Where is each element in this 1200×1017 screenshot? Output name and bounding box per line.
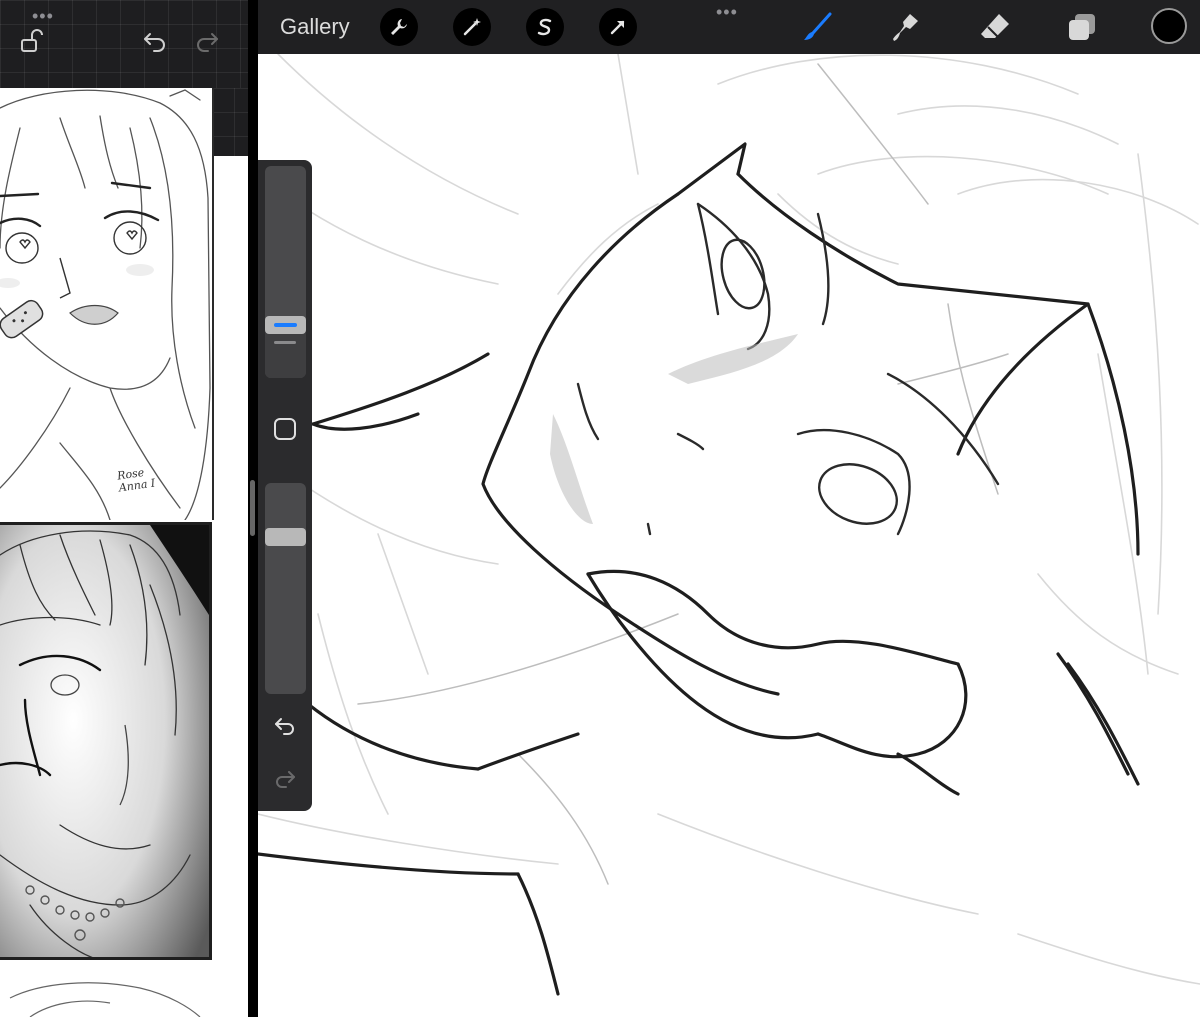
brush-size-indicator — [274, 323, 297, 327]
artwork-2-sketch — [0, 525, 209, 957]
brush-icon[interactable] — [800, 10, 834, 44]
magic-wand-icon[interactable] — [453, 8, 491, 46]
layers-icon[interactable] — [1065, 10, 1099, 44]
brush-opacity-slider[interactable] — [265, 483, 306, 694]
unlock-icon[interactable] — [16, 26, 46, 56]
drawing-canvas[interactable] — [258, 54, 1200, 1017]
artist-signature: Rose Anna I — [116, 465, 157, 495]
artwork-3-sketch — [9, 982, 201, 1017]
gallery-button[interactable]: Gallery — [280, 14, 350, 40]
procreate-sidebar — [258, 160, 312, 811]
redo-arrow-icon[interactable] — [273, 768, 297, 792]
undo-arrow-icon[interactable] — [273, 715, 297, 739]
brush-opacity-thumb[interactable] — [265, 528, 306, 546]
left-split-app: ••• Rose Anna I — [0, 0, 248, 1017]
artwork-shaded-portrait[interactable] — [0, 522, 212, 960]
transform-arrow-icon[interactable] — [599, 8, 637, 46]
brush-size-marker — [274, 341, 296, 344]
undo-arrow-icon[interactable] — [140, 26, 170, 56]
color-swatch[interactable] — [1151, 8, 1187, 44]
artwork-partial-sketch[interactable] — [0, 968, 218, 1017]
left-multitasking-dots-icon[interactable]: ••• — [32, 6, 54, 27]
eraser-icon[interactable] — [978, 10, 1012, 44]
split-view-handle[interactable] — [250, 480, 255, 536]
brush-size-thumb[interactable] — [265, 316, 306, 334]
canvas-line-art — [258, 54, 1200, 996]
smudge-icon[interactable] — [889, 10, 923, 44]
wrench-icon[interactable] — [380, 8, 418, 46]
square-modify-icon[interactable] — [273, 417, 297, 441]
left-app-toolbar: ••• — [0, 0, 248, 88]
brush-size-slider[interactable] — [265, 166, 306, 378]
artwork-1-sketch — [0, 89, 211, 520]
artwork-girl-with-bandage[interactable]: Rose Anna I — [0, 88, 214, 520]
left-background-strip — [210, 88, 248, 156]
redo-arrow-icon[interactable] — [192, 26, 222, 56]
ellipsis-icon[interactable]: ••• — [716, 2, 738, 23]
selection-s-icon[interactable] — [526, 8, 564, 46]
procreate-toolbar: Gallery ••• — [258, 0, 1200, 54]
